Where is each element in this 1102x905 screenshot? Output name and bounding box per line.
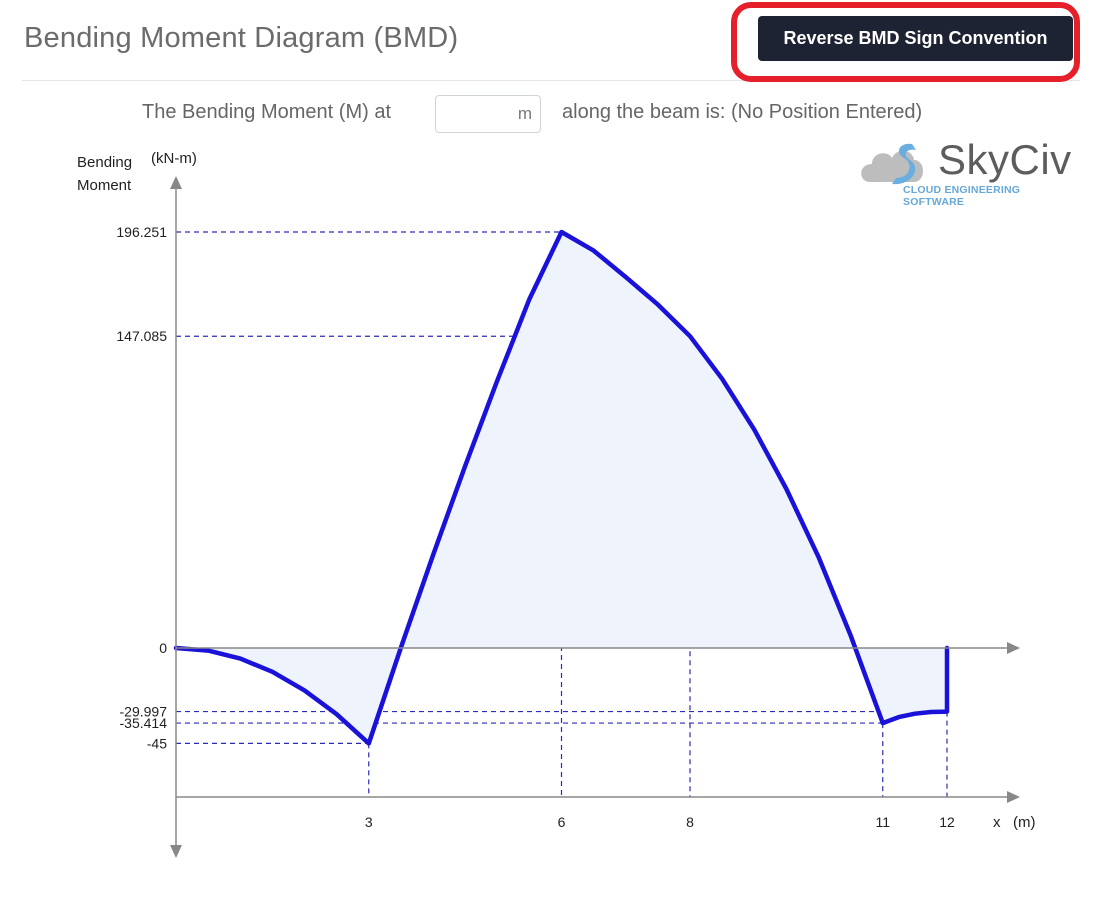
x-tick-label: 12 xyxy=(939,814,955,830)
x-tick-label: 6 xyxy=(558,814,566,830)
y-tick-label: 196.251 xyxy=(116,224,167,240)
x-axis-label: x xyxy=(993,814,1001,831)
y-tick-label: -45 xyxy=(147,735,167,751)
y-axis-label-line2: Moment xyxy=(77,177,132,194)
x-axis-arrow xyxy=(1007,791,1020,803)
bmd-chart: 196.251147.0850-29.997-35.414-453 6 8 11 12 … xyxy=(77,150,1036,858)
y-tick-label: 0 xyxy=(159,640,167,656)
y-tick-label: -35.414 xyxy=(120,715,168,731)
x-tick-label: 8 xyxy=(686,814,694,830)
y-axis-arrow-down xyxy=(170,845,182,858)
y-axis-label-line1: Bending xyxy=(77,154,132,171)
x-tick-label: 11 xyxy=(875,814,890,830)
x-tick-label: 3 xyxy=(365,814,373,830)
y-axis-unit: (kN-m) xyxy=(151,150,197,167)
y-axis-arrow-up xyxy=(170,176,182,189)
y-tick-label: 147.085 xyxy=(116,328,167,344)
zero-axis-arrow xyxy=(1007,642,1020,654)
x-axis-unit: (m) xyxy=(1013,814,1036,831)
